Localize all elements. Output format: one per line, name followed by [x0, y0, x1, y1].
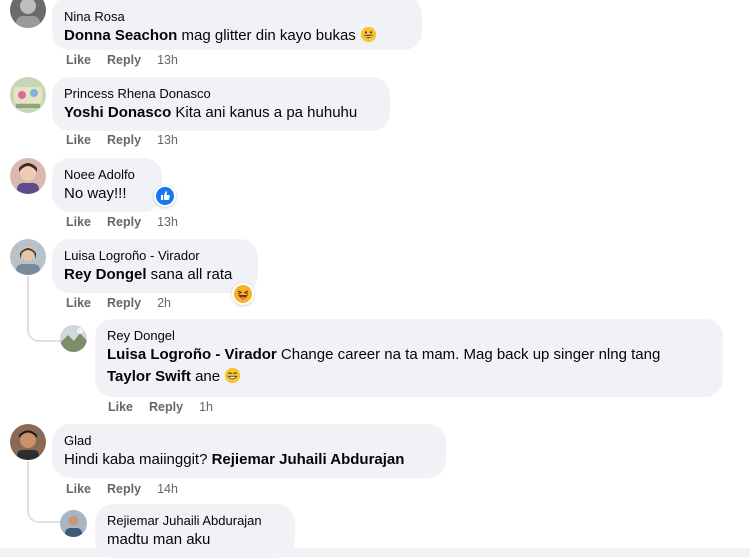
comment-actions: Like Reply 13h: [66, 133, 178, 147]
mention-link[interactable]: Yoshi Donasco: [64, 104, 171, 121]
comment-author[interactable]: Luisa Logroño - Virador: [64, 247, 246, 264]
avatar[interactable]: [60, 325, 87, 352]
reply-button[interactable]: Reply: [149, 400, 183, 414]
grinning-emoji-icon: [224, 367, 241, 391]
like-button[interactable]: Like: [66, 296, 91, 310]
comment-bubble: Nina Rosa Donna Seachon mag glitter din …: [52, 0, 422, 50]
reply-actions: Like Reply 1h: [108, 400, 213, 414]
avatar[interactable]: [60, 510, 87, 537]
avatar[interactable]: [10, 424, 46, 460]
reply-button[interactable]: Reply: [107, 133, 141, 147]
reply-bubble: Rey Dongel Luisa Logroño - Virador Chang…: [95, 319, 723, 397]
avatar[interactable]: [10, 158, 46, 194]
reply-button[interactable]: Reply: [107, 482, 141, 496]
comment-text-continued: Taylor Swift ane: [107, 366, 711, 391]
comment-actions: Like Reply 2h: [66, 296, 171, 310]
comment-text: Yoshi Donasco Kita ani kanus a pa huhuhu: [64, 104, 358, 121]
avatar[interactable]: [10, 77, 46, 113]
comment-timestamp[interactable]: 1h: [199, 400, 213, 414]
like-button[interactable]: Like: [66, 482, 91, 496]
comment-timestamp[interactable]: 14h: [157, 482, 178, 496]
comment-actions: Like Reply 13h: [66, 53, 178, 67]
reply-thread-connector: [27, 300, 61, 342]
like-reaction-icon[interactable]: [154, 185, 176, 207]
mention-link[interactable]: Taylor Swift: [107, 368, 191, 385]
comment-timestamp[interactable]: 13h: [157, 53, 178, 67]
comment-bubble: Glad Hindi kaba maiinggit? Rejiemar Juha…: [52, 424, 446, 478]
bottom-divider: [0, 548, 750, 557]
comment-text: Rey Dongel sana all rata: [64, 266, 233, 283]
comment-bubble: Princess Rhena Donasco Yoshi Donasco Kit…: [52, 77, 390, 131]
comment-author[interactable]: Rey Dongel: [107, 327, 711, 344]
grinning-emoji-icon: [360, 26, 377, 50]
comment-author[interactable]: Princess Rhena Donasco: [64, 85, 378, 102]
mention-link[interactable]: Rejiemar Juhaili Abdurajan: [212, 451, 405, 468]
comment-timestamp[interactable]: 13h: [157, 133, 178, 147]
like-button[interactable]: Like: [66, 53, 91, 67]
reply-thread-connector: [27, 485, 61, 523]
mention-link[interactable]: Rey Dongel: [64, 266, 147, 283]
reply-button[interactable]: Reply: [107, 296, 141, 310]
comment-text: Luisa Logroño - Virador Change career na…: [107, 346, 661, 363]
avatar[interactable]: [10, 239, 46, 275]
like-button[interactable]: Like: [66, 215, 91, 229]
like-button[interactable]: Like: [108, 400, 133, 414]
like-button[interactable]: Like: [66, 133, 91, 147]
mention-link[interactable]: Luisa Logroño - Virador: [107, 346, 277, 363]
comment-text: Hindi kaba maiinggit? Rejiemar Juhaili A…: [64, 451, 405, 468]
comment-actions: Like Reply 14h: [66, 482, 178, 496]
comment-author[interactable]: Nina Rosa: [64, 8, 410, 25]
comment-actions: Like Reply 13h: [66, 215, 178, 229]
comment-bubble: Luisa Logroño - Virador Rey Dongel sana …: [52, 239, 258, 293]
comment-author[interactable]: Noee Adolfo: [64, 166, 150, 183]
comment-text: No way!!!: [64, 185, 127, 202]
mention-link[interactable]: Donna Seachon: [64, 27, 177, 44]
comment-text: Donna Seachon mag glitter din kayo bukas: [64, 25, 410, 50]
comment-timestamp[interactable]: 2h: [157, 296, 171, 310]
comment-author[interactable]: Rejiemar Juhaili Abdurajan: [107, 512, 283, 529]
reply-button[interactable]: Reply: [107, 215, 141, 229]
comment-author[interactable]: Glad: [64, 432, 434, 449]
haha-reaction-icon[interactable]: [232, 283, 254, 305]
avatar[interactable]: [10, 0, 46, 28]
comment-bubble: Noee Adolfo No way!!!: [52, 158, 162, 212]
comment-timestamp[interactable]: 13h: [157, 215, 178, 229]
reply-button[interactable]: Reply: [107, 53, 141, 67]
